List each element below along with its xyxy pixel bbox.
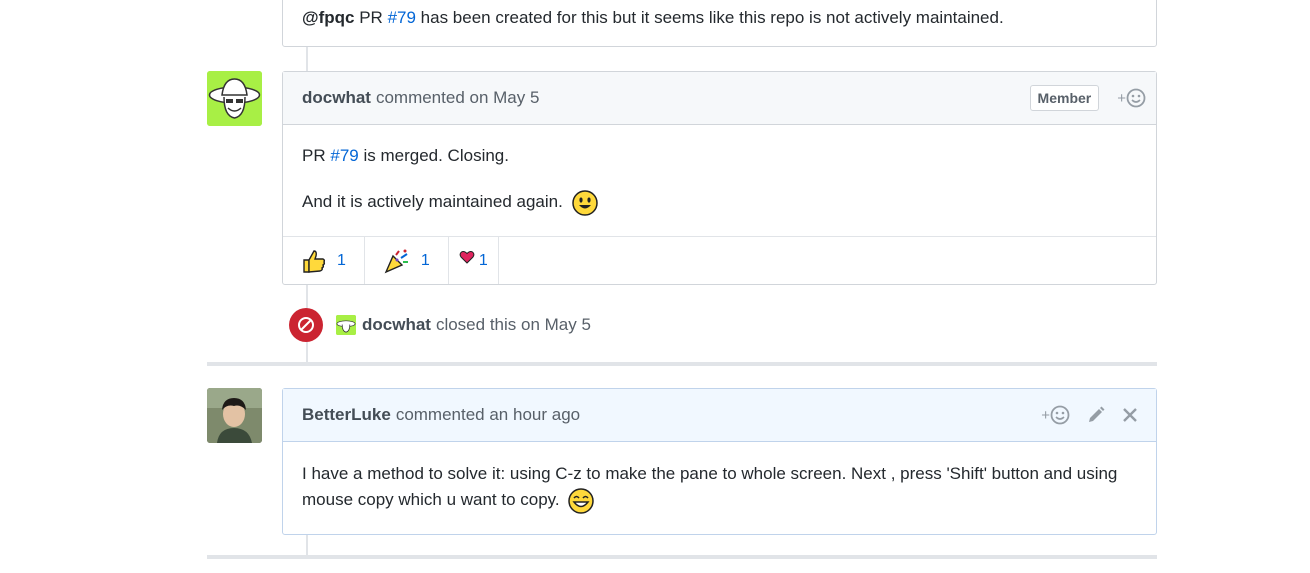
comment-docwhat: docwhat commented on May 5 Member + PR #… <box>282 71 1157 285</box>
closed-badge <box>289 308 323 342</box>
header-actions: Member + <box>1029 72 1146 124</box>
reaction-count: 1 <box>420 251 430 269</box>
add-reaction-button[interactable]: + <box>1041 405 1070 425</box>
comment-text: I have a method to solve it: using C-z t… <box>302 464 1118 509</box>
author-link[interactable]: BetterLuke <box>302 405 391 425</box>
timeline-divider <box>207 555 1157 559</box>
comment-timestamp[interactable]: commented an hour ago <box>396 405 580 425</box>
comment-timestamp[interactable]: commented on May 5 <box>376 88 539 108</box>
heart-icon <box>459 250 475 264</box>
comment-text: And it is actively maintained again. <box>302 192 563 211</box>
avatar-docwhat-small[interactable] <box>336 315 356 335</box>
smiley-icon <box>1126 88 1146 108</box>
comment-header: BetterLuke commented an hour ago + <box>283 389 1156 442</box>
comment-paragraph: PR #79 is merged. Closing. <box>302 143 1137 169</box>
delete-button[interactable] <box>1122 407 1138 423</box>
user-photo-icon <box>207 388 262 443</box>
reaction-tada[interactable]: 1 <box>365 237 449 284</box>
timeline-line <box>306 46 308 72</box>
avatar-betterluke[interactable] <box>207 388 262 443</box>
close-event-text: closed this on May 5 <box>435 315 591 334</box>
comment-text: PR <box>359 8 383 27</box>
reaction-count: 1 <box>337 251 346 269</box>
previous-comment: @fpqc PR #79 has been created for this b… <box>282 0 1157 47</box>
cowboy-avatar-icon <box>336 315 356 335</box>
reaction-heart[interactable]: 1 <box>449 237 499 284</box>
reactions-bar: 1 1 1 <box>283 236 1156 284</box>
reaction-thumbs-up[interactable]: 1 <box>283 237 365 284</box>
comment-text: is merged. Closing. <box>363 146 509 165</box>
pr-link[interactable]: #79 <box>388 8 416 27</box>
edit-button[interactable] <box>1086 405 1106 425</box>
mention-link[interactable]: @fpqc <box>302 8 354 27</box>
comment-text: has been created for this but it seems l… <box>420 8 1004 27</box>
comment-paragraph: I have a method to solve it: using C-z t… <box>302 461 1137 514</box>
plus-icon: + <box>1041 406 1050 424</box>
reaction-count: 1 <box>478 251 488 269</box>
smiley-emoji-icon <box>571 189 598 216</box>
smiley-icon <box>1050 405 1070 425</box>
plus-icon: + <box>1117 89 1126 107</box>
close-event: docwhat closed this on May 5 <box>289 307 591 343</box>
member-badge: Member <box>1029 85 1100 111</box>
thumbs-up-icon <box>303 249 326 273</box>
comment-betterluke: BetterLuke commented an hour ago + I hav… <box>282 388 1157 535</box>
previous-comment-body: @fpqc PR #79 has been created for this b… <box>283 0 1156 45</box>
comment-header: docwhat commented on May 5 Member + <box>283 72 1156 125</box>
circle-slash-icon <box>298 317 314 333</box>
author-link[interactable]: docwhat <box>362 315 431 335</box>
grinning-emoji-icon <box>568 487 595 514</box>
comment-body: I have a method to solve it: using C-z t… <box>283 442 1156 540</box>
avatar-docwhat[interactable] <box>207 71 262 126</box>
pr-link[interactable]: #79 <box>330 146 358 165</box>
comment-paragraph: And it is actively maintained again. <box>302 189 1137 216</box>
comment-text: PR <box>302 146 326 165</box>
tada-icon <box>384 249 408 273</box>
pencil-icon <box>1089 406 1105 422</box>
header-actions: + <box>1041 389 1138 441</box>
add-reaction-button[interactable]: + <box>1117 88 1146 108</box>
close-icon <box>1123 408 1137 422</box>
comment-body: PR #79 is merged. Closing. And it is act… <box>283 125 1156 236</box>
author-link[interactable]: docwhat <box>302 88 371 108</box>
timeline-divider <box>207 362 1157 366</box>
cowboy-avatar-icon <box>207 71 262 126</box>
